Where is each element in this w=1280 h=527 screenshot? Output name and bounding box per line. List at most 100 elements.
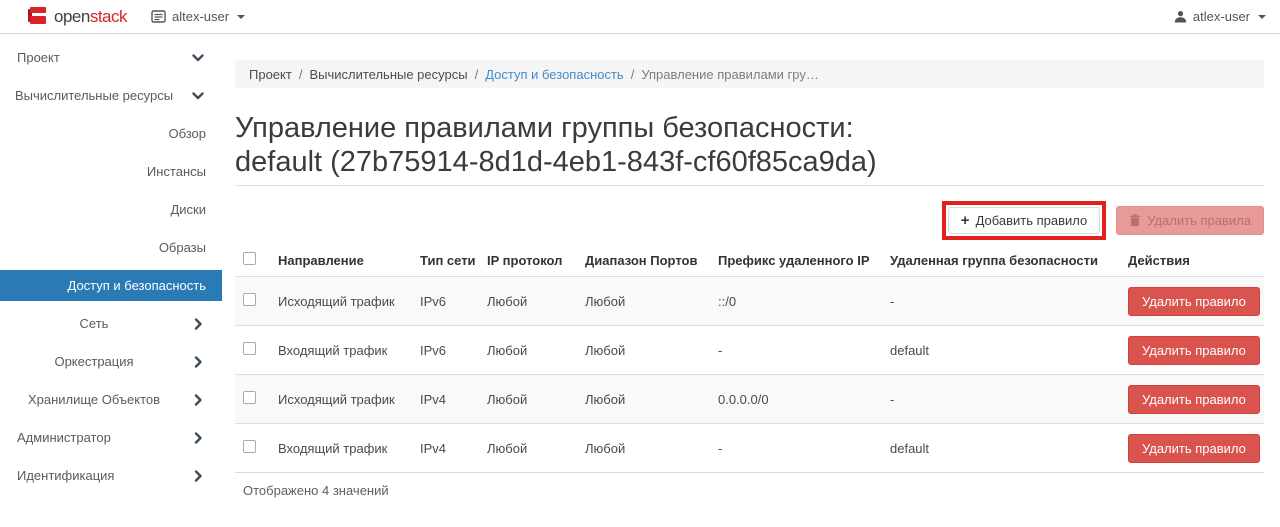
cell-remote-security-group: - [882, 277, 1120, 326]
delete-rule-button[interactable]: Удалить правило [1128, 385, 1260, 414]
table-row: Исходящий трафик IPv6 Любой Любой ::/0 -… [235, 277, 1264, 326]
user-menu-dropdown[interactable]: atlex-user [1174, 9, 1266, 24]
sidebar-item-volumes[interactable]: Диски [0, 194, 222, 225]
page-title-line2: default (27b75914-8d1d-4eb1-843f-cf60f85… [235, 146, 877, 178]
sidebar-item-label: Доступ и безопасность [68, 278, 207, 293]
cell-ip-protocol: Любой [479, 375, 577, 424]
sidebar-item-overview[interactable]: Обзор [0, 118, 222, 149]
sidebar-item-network[interactable]: Сеть [0, 308, 222, 339]
breadcrumb-current: Управление правилами гру… [641, 67, 819, 82]
annotation-highlight-box: + Добавить правило [942, 201, 1106, 240]
sidebar-item-compute[interactable]: Вычислительные ресурсы [0, 80, 222, 111]
chevron-right-icon [191, 469, 205, 483]
row-checkbox[interactable] [243, 293, 256, 306]
add-rule-button-label: Добавить правило [976, 213, 1088, 228]
openstack-logo[interactable]: openstack [28, 7, 127, 27]
header-port-range: Диапазон Портов [577, 244, 710, 277]
breadcrumb-separator: / [475, 67, 479, 82]
table-row: Входящий трафик IPv6 Любой Любой - defau… [235, 326, 1264, 375]
delete-rule-button[interactable]: Удалить правило [1128, 287, 1260, 316]
cell-ethertype: IPv6 [412, 326, 479, 375]
table-row-count: Отображено 4 значений [235, 473, 1264, 505]
cell-ethertype: IPv4 [412, 424, 479, 473]
sidebar-item-label: Диски [170, 202, 206, 217]
title-divider [235, 185, 1264, 186]
sidebar-item-label: Инстансы [147, 164, 206, 179]
header-select-all-cell [235, 244, 270, 277]
row-checkbox[interactable] [243, 440, 256, 453]
table-row: Входящий трафик IPv4 Любой Любой - defau… [235, 424, 1264, 473]
row-checkbox[interactable] [243, 391, 256, 404]
cell-direction: Исходящий трафик [270, 375, 412, 424]
cell-remote-ip-prefix: ::/0 [710, 277, 882, 326]
sidebar-item-project[interactable]: Проект [0, 42, 222, 73]
cell-direction: Исходящий трафик [270, 277, 412, 326]
sidebar-item-instances[interactable]: Инстансы [0, 156, 222, 187]
openstack-logo-text: openstack [54, 7, 127, 27]
row-checkbox[interactable] [243, 342, 256, 355]
add-rule-button[interactable]: + Добавить правило [948, 207, 1100, 234]
chevron-down-icon [191, 51, 205, 65]
breadcrumb-separator: / [299, 67, 303, 82]
header-direction: Направление [270, 244, 412, 277]
header-actions: Действия [1120, 244, 1264, 277]
delete-rule-button[interactable]: Удалить правило [1128, 336, 1260, 365]
cell-remote-ip-prefix: 0.0.0.0/0 [710, 375, 882, 424]
sidebar-item-access-security[interactable]: Доступ и безопасность [0, 270, 222, 301]
cell-ethertype: IPv6 [412, 277, 479, 326]
top-navbar: openstack altex-user atlex-user [0, 0, 1280, 34]
breadcrumb: Проект / Вычислительные ресурсы / Доступ… [235, 60, 1264, 88]
chevron-down-icon [191, 89, 205, 103]
sidebar-item-object-store[interactable]: Хранилище Объектов [0, 384, 222, 415]
plus-icon: + [961, 214, 970, 227]
sidebar-item-identity[interactable]: Идентификация [0, 460, 222, 491]
delete-rules-button-disabled[interactable]: Удалить правила [1116, 206, 1264, 235]
breadcrumb-access-security-link[interactable]: Доступ и безопасность [485, 67, 624, 82]
sidebar-item-label: Вычислительные ресурсы [15, 88, 173, 103]
cell-ip-protocol: Любой [479, 326, 577, 375]
project-selector-dropdown[interactable]: altex-user [151, 9, 245, 24]
cell-port-range: Любой [577, 326, 710, 375]
main-content: Проект / Вычислительные ресурсы / Доступ… [222, 34, 1280, 526]
table-actions-toolbar: + Добавить правило Удалить правила [235, 198, 1264, 242]
sidebar-nav: Проект Вычислительные ресурсы Обзор Инст… [0, 34, 222, 526]
chevron-right-icon [191, 317, 205, 331]
select-all-checkbox[interactable] [243, 252, 256, 265]
table-footer-row: Отображено 4 значений [235, 473, 1264, 505]
sidebar-item-label: Администратор [17, 430, 111, 445]
delete-rules-button-label: Удалить правила [1147, 213, 1251, 228]
header-remote-ip-prefix: Префикс удаленного IP [710, 244, 882, 277]
caret-down-icon [237, 15, 245, 19]
table-header-row: Направление Тип сети IP протокол Диапазо… [235, 244, 1264, 277]
page-title-line1: Управление правилами группы безопасности… [235, 112, 854, 144]
sidebar-item-orchestration[interactable]: Оркестрация [0, 346, 222, 377]
cell-port-range: Любой [577, 424, 710, 473]
cell-port-range: Любой [577, 375, 710, 424]
page-title: Управление правилами группы безопасности… [235, 111, 1264, 179]
sidebar-item-label: Обзор [168, 126, 206, 141]
cell-direction: Входящий трафик [270, 326, 412, 375]
chevron-right-icon [191, 355, 205, 369]
cell-remote-ip-prefix: - [710, 424, 882, 473]
header-ethertype: Тип сети [412, 244, 479, 277]
chevron-right-icon [191, 393, 205, 407]
sidebar-item-label: Сеть [80, 316, 109, 331]
cell-port-range: Любой [577, 277, 710, 326]
delete-rule-button[interactable]: Удалить правило [1128, 434, 1260, 463]
user-icon [1174, 10, 1187, 23]
caret-down-icon [1258, 15, 1266, 19]
sidebar-item-label: Хранилище Объектов [28, 392, 160, 407]
cell-remote-security-group: default [882, 424, 1120, 473]
trash-icon [1129, 214, 1141, 227]
project-list-icon [151, 10, 166, 23]
cell-ethertype: IPv4 [412, 375, 479, 424]
sidebar-item-admin[interactable]: Администратор [0, 422, 222, 453]
user-menu-label: atlex-user [1193, 9, 1250, 24]
table-row: Исходящий трафик IPv4 Любой Любой 0.0.0.… [235, 375, 1264, 424]
cell-ip-protocol: Любой [479, 277, 577, 326]
security-group-rules-table: Направление Тип сети IP протокол Диапазо… [235, 244, 1264, 504]
sidebar-item-images[interactable]: Образы [0, 232, 222, 263]
sidebar-item-label: Проект [17, 50, 60, 65]
openstack-logo-icon [28, 7, 48, 26]
cell-remote-security-group: - [882, 375, 1120, 424]
